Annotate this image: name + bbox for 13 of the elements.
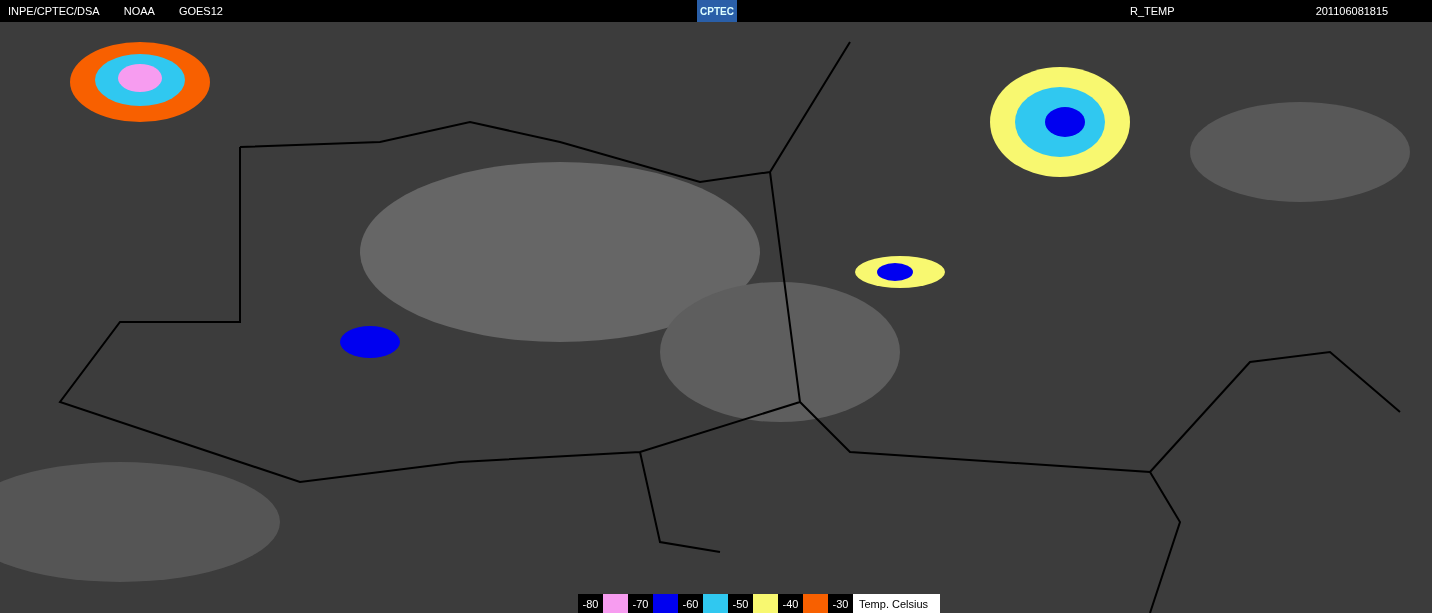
legend-value: -70 — [628, 594, 653, 613]
logo: CPTEC — [697, 0, 737, 22]
legend-value: -80 — [578, 594, 603, 613]
legend-value: -60 — [678, 594, 703, 613]
legend-unit: Temp. Celsius — [858, 596, 929, 612]
legend-value: -40 — [778, 594, 803, 613]
legend-value: -50 — [728, 594, 753, 613]
legend-value: -30 — [828, 594, 853, 613]
timestamp: 201106081815 — [1315, 5, 1389, 17]
header-label: NOAA — [123, 5, 155, 17]
header-label: INPE/CPTEC/DSA — [8, 5, 100, 17]
header-label: GOES12 — [178, 5, 223, 17]
product-label: R_TEMP — [1130, 5, 1175, 17]
